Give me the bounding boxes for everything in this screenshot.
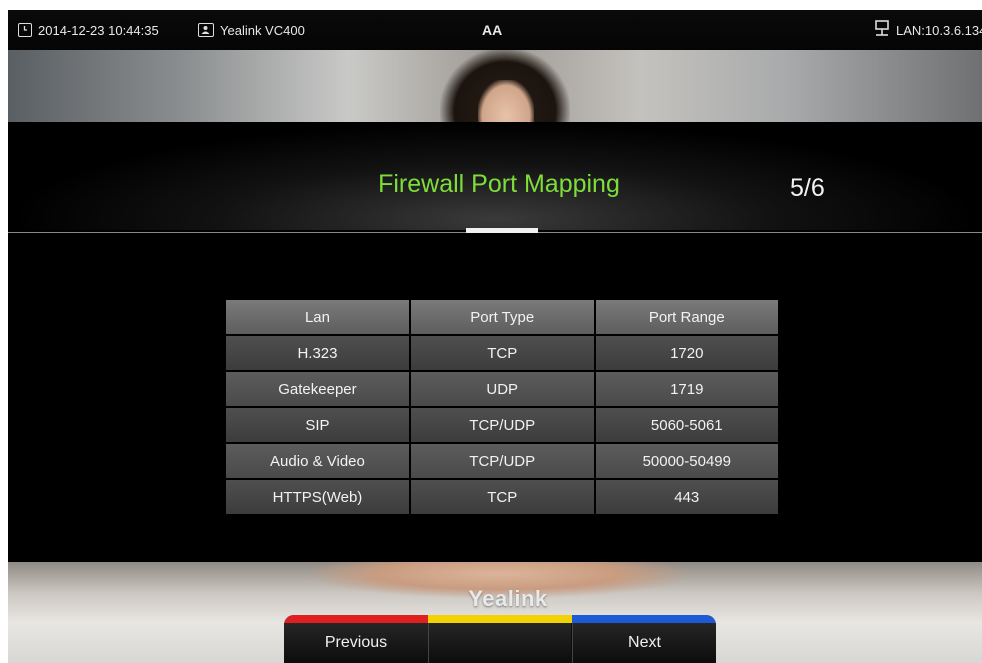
blue-key-strip [572,615,716,623]
red-key-strip [284,615,428,623]
status-bar: 2014-12-23 10:44:35 Yealink VC400 AA LAN… [8,10,982,50]
previous-button[interactable]: Previous [284,623,428,663]
column-header-port-type: Port Type [410,300,594,334]
port-range-cell: 1719 [595,372,778,406]
port-type-cell: UDP [410,372,594,406]
port-type-cell: TCP [410,336,594,370]
table-header-row: Lan Port Type Port Range [226,300,778,334]
yealink-logo: Yealink [468,586,548,611]
network-address-text: LAN:10.3.6.134 [896,22,982,38]
network-icon [874,19,890,41]
lan-cell: SIP [226,408,409,442]
device-name-text: Yealink VC400 [220,22,305,38]
port-range-cell: 5060-5061 [595,408,778,442]
port-type-cell: TCP [410,480,594,514]
datetime-status: 2014-12-23 10:44:35 [18,10,159,50]
font-size-indicator: AA [482,10,502,50]
next-button[interactable]: Next [573,623,716,663]
panel-header: Firewall Port Mapping 5/6 [8,122,982,230]
lan-cell: Gatekeeper [226,372,409,406]
device-status: Yealink VC400 [198,10,305,50]
port-range-cell: 443 [595,480,778,514]
lan-cell: HTTPS(Web) [226,480,409,514]
port-range-cell: 1720 [595,336,778,370]
column-header-lan: Lan [226,300,409,334]
table-row: SIP TCP/UDP 5060-5061 [226,408,778,442]
port-range-cell: 50000-50499 [595,444,778,478]
table-row: H.323 TCP 1720 [226,336,778,370]
clock-icon [18,23,32,37]
page-title: Firewall Port Mapping [378,170,620,198]
table-row: Audio & Video TCP/UDP 50000-50499 [226,444,778,478]
lan-cell: H.323 [226,336,409,370]
network-status: LAN:10.3.6.134 [874,10,982,50]
datetime-text: 2014-12-23 10:44:35 [38,22,159,38]
page-indicator: 5/6 [790,174,825,202]
yellow-key-strip [428,615,572,623]
table-row: Gatekeeper UDP 1719 [226,372,778,406]
font-size-glyph: AA [482,22,503,38]
table-row: HTTPS(Web) TCP 443 [226,480,778,514]
tv-screen: 2014-12-23 10:44:35 Yealink VC400 AA LAN… [8,10,982,663]
port-type-cell: TCP/UDP [410,444,594,478]
contact-card-icon [198,23,214,37]
port-type-cell: TCP/UDP [410,408,594,442]
softkey-bar: Previous Next [284,615,716,663]
lan-cell: Audio & Video [226,444,409,478]
yellow-softkey[interactable] [429,623,571,663]
focus-marker [466,228,538,233]
port-mapping-table: Lan Port Type Port Range H.323 TCP 1720 … [224,298,780,516]
column-header-port-range: Port Range [595,300,778,334]
main-panel: Firewall Port Mapping 5/6 Lan Port Type … [8,122,982,562]
